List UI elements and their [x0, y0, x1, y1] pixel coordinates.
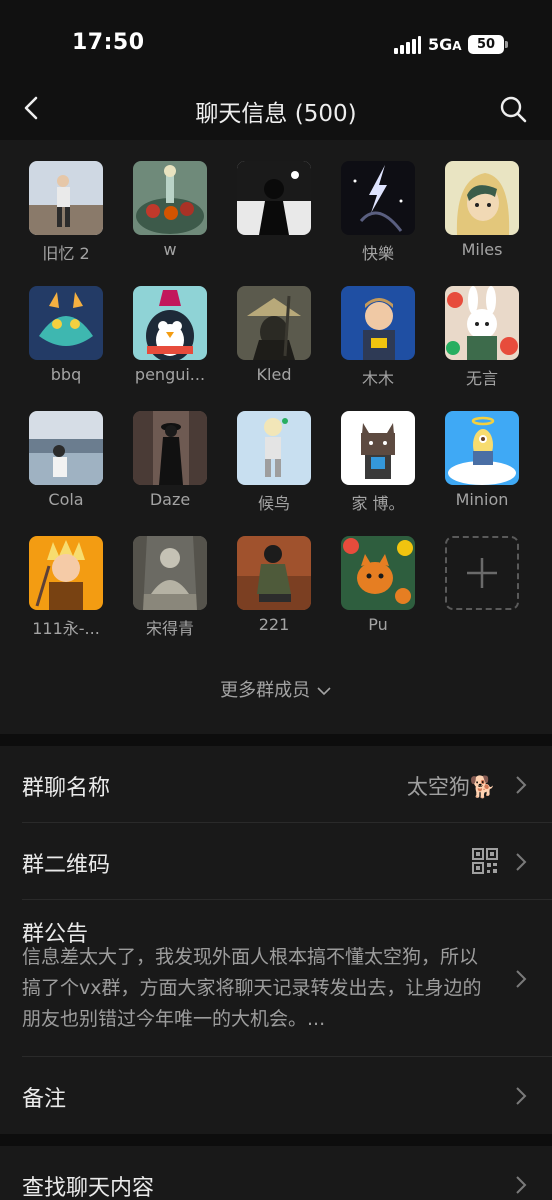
avatar	[29, 411, 103, 485]
chevron-right-icon	[516, 970, 527, 988]
group-name-value: 太空狗🐕	[406, 775, 496, 799]
remark-label: 备注	[22, 1087, 67, 1112]
member-name: pengui...	[134, 365, 206, 384]
member-item[interactable]: 宋得青	[118, 515, 222, 638]
status-time: 17:50	[72, 30, 145, 55]
group-name-label: 群聊名称	[22, 776, 111, 801]
avatar	[133, 411, 207, 485]
member-name: w	[163, 240, 177, 259]
avatar	[237, 161, 311, 235]
member-item[interactable]: Miles	[430, 140, 534, 259]
section-gap	[0, 734, 552, 746]
search-history-row[interactable]: 查找聊天内容	[0, 1146, 552, 1200]
avatar	[341, 536, 415, 610]
member-item[interactable]: bbq	[14, 265, 118, 384]
nav-bar: 聊天信息 (500)	[0, 84, 552, 132]
qr-code-icon	[472, 848, 498, 874]
avatar	[133, 536, 207, 610]
more-members-label: 更多群成员	[220, 680, 311, 701]
member-item[interactable]: 快樂	[326, 140, 430, 263]
member-name: 木木	[361, 369, 394, 388]
plus-icon	[467, 558, 497, 588]
member-item[interactable]: 111永-...	[14, 515, 118, 638]
avatar	[341, 161, 415, 235]
member-name: Pu	[368, 615, 388, 634]
avatar	[341, 286, 415, 360]
member-item[interactable]: 无言	[430, 265, 534, 388]
member-name: 宋得青	[145, 619, 194, 638]
search-button[interactable]	[496, 92, 530, 126]
chevron-down-icon	[317, 687, 331, 696]
add-member-button[interactable]	[430, 515, 534, 625]
member-name: 家 博。	[351, 494, 405, 513]
avatar	[133, 161, 207, 235]
member-item[interactable]: Kled	[222, 265, 326, 384]
search-icon	[500, 96, 527, 123]
member-item[interactable]: 221	[222, 515, 326, 634]
member-name: bbq	[50, 365, 82, 384]
member-name: Daze	[149, 490, 191, 509]
member-item[interactable]	[222, 140, 326, 250]
network-type: 5GA	[428, 35, 462, 54]
settings-list: 群聊名称 太空狗🐕 群二维码 群公告 信息差太大了，我发现外面人根本搞不懂太空狗…	[0, 746, 552, 1200]
search-history-label: 查找聊天内容	[22, 1176, 155, 1200]
member-name: 221	[258, 615, 290, 634]
avatar	[29, 286, 103, 360]
member-name: Miles	[461, 240, 503, 259]
member-item[interactable]: Minion	[430, 390, 534, 509]
avatar	[133, 286, 207, 360]
member-name: 111永-...	[32, 619, 100, 638]
chevron-right-icon	[516, 853, 527, 871]
member-item[interactable]: 家 博。	[326, 390, 430, 513]
battery-tip	[505, 41, 508, 48]
page-title: 聊天信息 (500)	[195, 101, 357, 127]
cellular-signal-icon	[394, 36, 422, 54]
chevron-right-icon	[516, 776, 527, 794]
battery-icon: 50	[468, 35, 504, 54]
member-name: Minion	[455, 490, 509, 509]
avatar	[237, 536, 311, 610]
remark-row[interactable]: 备注	[0, 1057, 552, 1133]
avatar	[29, 536, 103, 610]
member-item[interactable]: w	[118, 140, 222, 259]
member-item[interactable]: Daze	[118, 390, 222, 509]
avatar	[445, 286, 519, 360]
add-member-tile[interactable]	[445, 536, 519, 610]
avatar	[29, 161, 103, 235]
chevron-right-icon	[516, 1087, 527, 1105]
member-name: Kled	[256, 365, 292, 384]
member-item[interactable]: Cola	[14, 390, 118, 509]
member-item[interactable]: pengui...	[118, 265, 222, 384]
avatar	[445, 161, 519, 235]
member-item[interactable]: 候鸟	[222, 390, 326, 513]
member-name: 快樂	[361, 244, 394, 263]
member-name: Cola	[48, 490, 84, 509]
qr-code-row[interactable]: 群二维码	[0, 823, 552, 899]
member-name: 无言	[465, 369, 498, 388]
chevron-right-icon	[516, 1176, 527, 1194]
announcement-row[interactable]: 群公告 信息差太大了，我发现外面人根本搞不懂太空狗，所以搞了个vx群，方面大家将…	[0, 900, 552, 1056]
member-item[interactable]: 旧忆 2	[14, 140, 118, 263]
avatar	[445, 411, 519, 485]
qr-code-label: 群二维码	[22, 853, 111, 878]
member-item[interactable]: 木木	[326, 265, 430, 388]
avatar	[237, 411, 311, 485]
avatar	[341, 411, 415, 485]
status-bar: 17:50 5GA 50	[0, 0, 552, 90]
member-item[interactable]: Pu	[326, 515, 430, 634]
avatar	[237, 286, 311, 360]
member-name: 候鸟	[257, 494, 290, 513]
more-members-link[interactable]: 更多群成员	[0, 676, 552, 702]
member-grid: 旧忆 2 w 快樂 Miles bbq pengui... Kled 木木 无言…	[0, 140, 552, 734]
section-gap	[0, 1134, 552, 1146]
announcement-text: 信息差太大了，我发现外面人根本搞不懂太空狗，所以搞了个vx群，方面大家将聊天记录…	[22, 946, 482, 1030]
member-name: 旧忆 2	[42, 244, 90, 263]
group-name-row[interactable]: 群聊名称 太空狗🐕	[0, 746, 552, 822]
